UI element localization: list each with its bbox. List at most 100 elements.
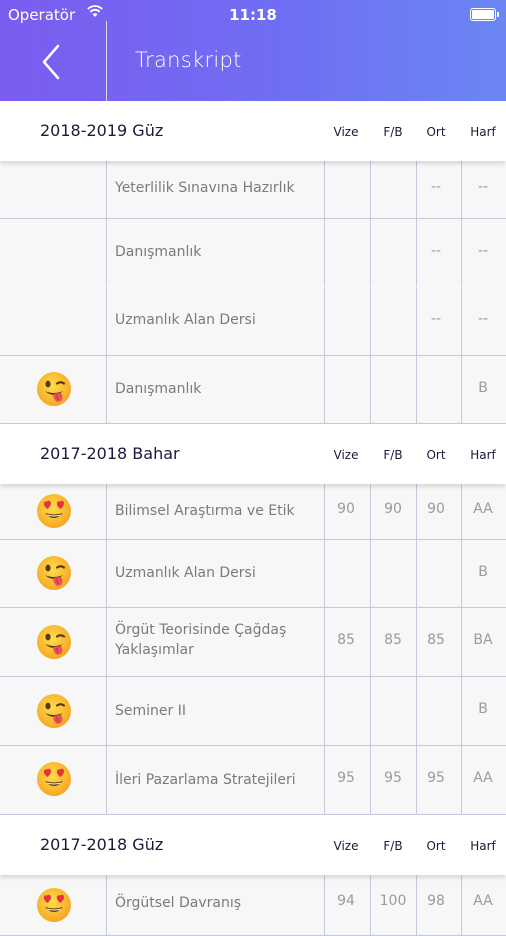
column-divider bbox=[106, 608, 107, 676]
grade-harf: -- bbox=[477, 179, 489, 195]
tongue-emoji-icon bbox=[36, 371, 72, 407]
column-divider bbox=[324, 219, 325, 286]
column-divider bbox=[106, 161, 107, 218]
grade-harf: AA bbox=[473, 893, 493, 909]
grade-fb: 90 bbox=[384, 501, 402, 517]
grade-harf: AA bbox=[473, 501, 493, 517]
column-header-vize: Vize bbox=[333, 448, 359, 462]
course-row[interactable]: Yeterlilik Sınavına Hazırlık -- -- bbox=[0, 161, 506, 219]
semester-header: 2017-2018 Güz Vize F/B Ort Harf bbox=[0, 815, 506, 875]
column-header-ort: Ort bbox=[426, 125, 446, 139]
grade-fb: 95 bbox=[384, 770, 402, 786]
course-name: Örgütsel Davranış bbox=[115, 895, 242, 911]
column-divider bbox=[370, 540, 371, 607]
grade-ort: 95 bbox=[427, 770, 445, 786]
column-divider bbox=[106, 746, 107, 814]
course-name: Örgüt Teorisinde Çağdaş Yaklaşımlar bbox=[115, 622, 287, 658]
grade-fb: 85 bbox=[384, 632, 402, 648]
column-header-ort: Ort bbox=[426, 839, 446, 853]
course-name: Seminer II bbox=[115, 703, 186, 719]
grade-harf: BA bbox=[473, 632, 493, 648]
battery-icon bbox=[470, 8, 499, 21]
grade-ort: 90 bbox=[427, 501, 445, 517]
grade-vize: 85 bbox=[337, 632, 355, 648]
column-divider bbox=[370, 161, 371, 218]
column-header-fb: F/B bbox=[383, 125, 403, 139]
semester-title: 2017-2018 Bahar bbox=[40, 444, 180, 463]
course-name: Danışmanlık bbox=[115, 381, 202, 397]
course-row[interactable]: Örgüt Teorisinde Çağdaş Yaklaşımlar 85 85 8… bbox=[0, 608, 506, 677]
chevron-left-icon bbox=[42, 44, 60, 80]
tongue-emoji-icon bbox=[36, 693, 72, 729]
column-header-harf: Harf bbox=[470, 448, 496, 462]
grade-fb: 100 bbox=[379, 893, 407, 909]
grade-harf: -- bbox=[477, 243, 489, 259]
column-divider bbox=[370, 287, 371, 355]
status-bar: Operatör 11:18 bbox=[0, 0, 506, 30]
header-divider bbox=[106, 21, 107, 101]
course-row[interactable]: Seminer II B bbox=[0, 677, 506, 746]
page-title: Transkript bbox=[135, 48, 242, 72]
semester-header: 2017-2018 Bahar Vize F/B Ort Harf bbox=[0, 424, 506, 484]
column-header-ort: Ort bbox=[426, 448, 446, 462]
grade-harf: AA bbox=[473, 770, 493, 786]
column-divider bbox=[370, 677, 371, 745]
course-row[interactable]: Danışmanlık B bbox=[0, 356, 506, 424]
column-divider bbox=[324, 287, 325, 355]
column-header-fb: F/B bbox=[383, 448, 403, 462]
course-name: Uzmanlık Alan Dersi bbox=[115, 312, 256, 328]
back-button[interactable] bbox=[38, 44, 68, 80]
column-divider bbox=[106, 875, 107, 935]
column-divider bbox=[370, 219, 371, 286]
tongue-emoji-icon bbox=[36, 555, 72, 591]
semester-header: 2018-2019 Güz Vize F/B Ort Harf bbox=[0, 101, 506, 161]
course-row[interactable]: Danışmanlık -- -- bbox=[0, 219, 506, 287]
column-divider bbox=[106, 219, 107, 286]
column-header-vize: Vize bbox=[333, 839, 359, 853]
grade-ort: -- bbox=[430, 311, 442, 327]
course-row[interactable]: Bilimsel Araştırma ve Etik 90 90 90 AA bbox=[0, 484, 506, 540]
course-row[interactable]: Örgütsel Davranış 94 100 98 AA bbox=[0, 875, 506, 936]
column-divider bbox=[106, 287, 107, 355]
column-header-fb: F/B bbox=[383, 839, 403, 853]
column-divider bbox=[324, 677, 325, 745]
column-divider bbox=[106, 540, 107, 607]
grade-ort: -- bbox=[430, 179, 442, 195]
column-divider bbox=[370, 356, 371, 423]
column-divider bbox=[106, 677, 107, 745]
semester-title: 2018-2019 Güz bbox=[40, 121, 164, 140]
column-divider bbox=[324, 356, 325, 423]
semester-title: 2017-2018 Güz bbox=[40, 835, 164, 854]
grade-ort: -- bbox=[430, 243, 442, 259]
course-name: İleri Pazarlama Stratejileri bbox=[115, 772, 296, 788]
grade-vize: 94 bbox=[337, 893, 355, 909]
course-name: Yeterlilik Sınavına Hazırlık bbox=[115, 180, 295, 196]
course-row[interactable]: İleri Pazarlama Stratejileri 95 95 95 AA bbox=[0, 746, 506, 815]
column-divider bbox=[416, 540, 417, 607]
column-divider bbox=[106, 356, 107, 423]
grade-harf: B bbox=[478, 564, 488, 580]
column-header-harf: Harf bbox=[470, 839, 496, 853]
grade-harf: B bbox=[478, 380, 488, 396]
tongue-emoji-icon bbox=[36, 624, 72, 660]
grade-harf: -- bbox=[477, 311, 489, 327]
column-divider bbox=[106, 484, 107, 539]
course-name: Uzmanlık Alan Dersi bbox=[115, 565, 256, 581]
column-divider bbox=[324, 540, 325, 607]
column-header-vize: Vize bbox=[333, 125, 359, 139]
column-divider bbox=[416, 356, 417, 423]
grade-ort: 85 bbox=[427, 632, 445, 648]
transcript-table[interactable]: 2018-2019 Güz Vize F/B Ort Harf Yeterlilik Sı… bbox=[0, 101, 506, 936]
column-divider bbox=[416, 677, 417, 745]
column-divider bbox=[324, 161, 325, 218]
column-header-harf: Harf bbox=[470, 125, 496, 139]
grade-vize: 95 bbox=[337, 770, 355, 786]
course-row[interactable]: Uzmanlık Alan Dersi -- -- bbox=[0, 287, 506, 356]
course-name: Bilimsel Araştırma ve Etik bbox=[115, 503, 295, 519]
course-row[interactable]: Uzmanlık Alan Dersi B bbox=[0, 540, 506, 608]
course-name: Danışmanlık bbox=[115, 244, 202, 260]
heart-eyes-emoji-icon bbox=[36, 761, 72, 797]
app-header: Operatör 11:18 Transkript bbox=[0, 0, 506, 101]
grade-harf: B bbox=[478, 701, 488, 717]
clock: 11:18 bbox=[229, 6, 277, 24]
